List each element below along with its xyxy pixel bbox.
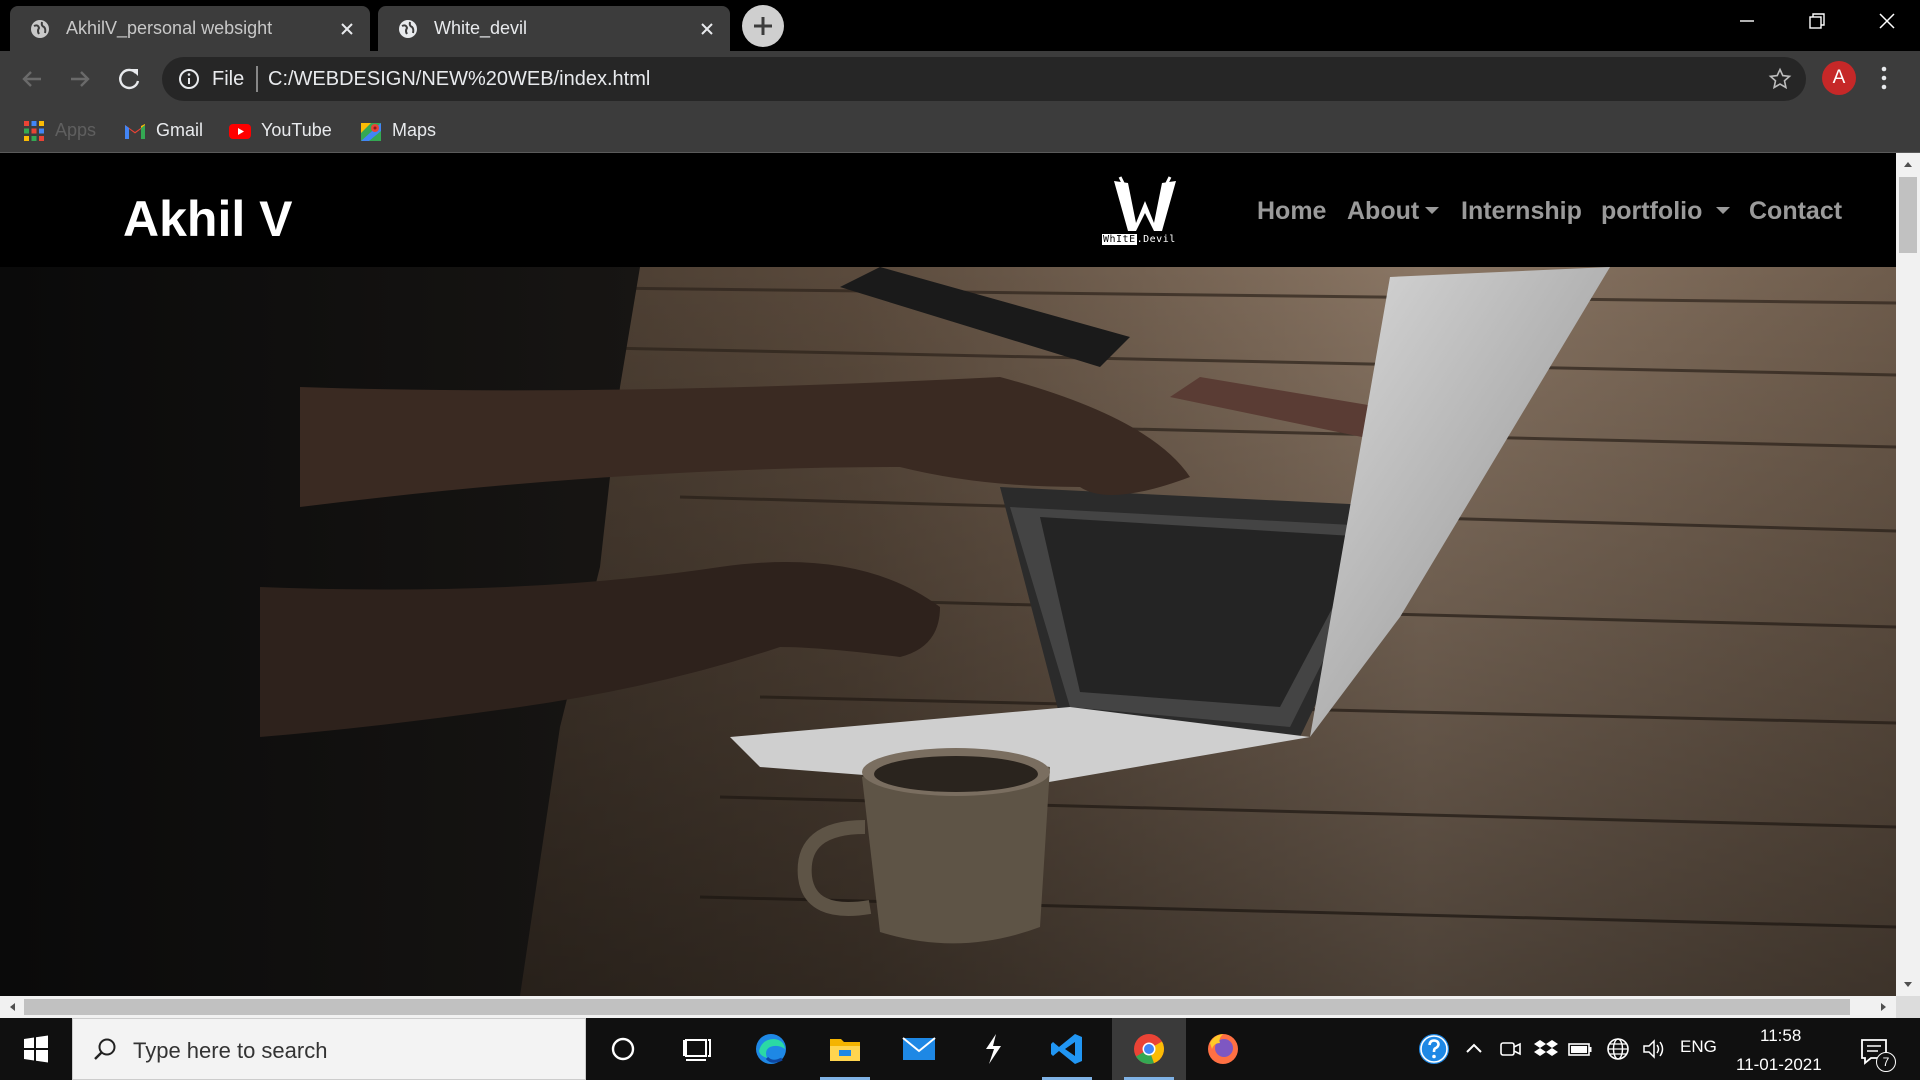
divider [256, 66, 258, 92]
maps-icon [359, 119, 383, 143]
browser-tab-strip: AkhilV_personal websight White_devil [0, 0, 1920, 51]
windows-start-icon[interactable] [0, 1018, 72, 1080]
tab-title: AkhilV_personal websight [66, 18, 273, 38]
firefox-icon [1204, 1031, 1242, 1067]
logo-word2: .Devil [1136, 234, 1176, 245]
address-bar[interactable]: File C:/WEBDESIGN/NEW%20WEB/index.html [162, 57, 1806, 101]
minimize-icon[interactable] [1716, 0, 1778, 44]
bookmark-label: YouTube [261, 120, 332, 140]
apps-grid-icon [22, 119, 46, 143]
taskbar-cortana[interactable] [586, 1018, 660, 1080]
url-scheme-label: File [212, 68, 245, 90]
meet-now-icon[interactable] [1496, 1035, 1524, 1063]
logo-word1: WhItE [1102, 234, 1137, 245]
caret-down-icon [1425, 206, 1440, 214]
tab-title: White_devil [434, 18, 528, 38]
youtube-icon [228, 119, 252, 143]
scroll-up-arrow-icon[interactable] [1902, 158, 1914, 170]
new-tab-plus-icon[interactable] [742, 5, 784, 47]
taskbar-file-explorer[interactable] [808, 1018, 882, 1080]
windows-taskbar: Type here to search ENG 11:58 11-01-2021… [0, 1018, 1920, 1080]
mail-icon [900, 1031, 938, 1067]
nav-home[interactable]: Home [1257, 197, 1326, 226]
task-view-icon [678, 1031, 716, 1067]
restore-icon[interactable] [1786, 0, 1848, 44]
globe-icon [398, 19, 418, 39]
nav-about-dropdown[interactable]: About [1347, 197, 1440, 226]
taskbar-task-view[interactable] [660, 1018, 734, 1080]
scrollbar-thumb[interactable] [24, 999, 1850, 1015]
close-window-icon[interactable] [1856, 0, 1918, 44]
taskbar-app[interactable] [956, 1018, 1030, 1080]
taskbar-vscode[interactable] [1030, 1018, 1104, 1080]
taskbar-chrome[interactable] [1112, 1018, 1186, 1080]
nav-label: Internship [1461, 197, 1582, 225]
logo-wordmark: WhItE.Devil [1102, 234, 1176, 245]
site-navbar: Akhil V WhItE.Devil Home About Internshi… [0, 153, 1896, 267]
bookmark-label: Maps [392, 120, 437, 140]
search-icon [91, 1036, 119, 1064]
scrollbar-thumb[interactable] [1899, 177, 1917, 253]
bookmark-star-icon[interactable] [1768, 67, 1792, 91]
horizontal-scrollbar[interactable] [0, 996, 1896, 1018]
clock-date[interactable]: 11-01-2021 [1736, 1055, 1822, 1075]
app-icon [974, 1031, 1012, 1067]
edge-icon [752, 1031, 790, 1067]
hero-image [0, 267, 1896, 996]
bookmarks-bar: Apps Gmail YouTube Maps [0, 107, 1920, 153]
bookmark-label: Gmail [156, 120, 204, 140]
volume-icon[interactable] [1640, 1035, 1668, 1063]
dropbox-icon[interactable] [1532, 1035, 1560, 1063]
taskbar-search-box[interactable]: Type here to search [72, 1018, 586, 1080]
browser-toolbar: File C:/WEBDESIGN/NEW%20WEB/index.html A [0, 51, 1920, 107]
notification-count-badge: 7 [1876, 1052, 1896, 1072]
nav-label: About [1347, 197, 1420, 225]
scroll-left-arrow-icon[interactable] [6, 1001, 18, 1013]
browser-tab-active[interactable]: White_devil [378, 6, 730, 51]
taskbar-edge[interactable] [734, 1018, 808, 1080]
scroll-down-arrow-icon[interactable] [1902, 979, 1914, 991]
nav-label: portfolio [1601, 197, 1703, 225]
gmail-icon [123, 119, 147, 143]
browser-tab[interactable]: AkhilV_personal websight [10, 6, 370, 51]
cortana-icon [604, 1031, 642, 1067]
back-arrow-icon[interactable] [12, 59, 52, 99]
caret-down-icon [1716, 206, 1731, 214]
taskbar-mail[interactable] [882, 1018, 956, 1080]
vscode-icon [1048, 1031, 1086, 1067]
taskbar-firefox[interactable] [1186, 1018, 1260, 1080]
forward-arrow-icon[interactable] [60, 59, 100, 99]
network-globe-icon[interactable] [1604, 1035, 1632, 1063]
url-text[interactable]: C:/WEBDESIGN/NEW%20WEB/index.html [268, 68, 650, 91]
nav-contact[interactable]: Contact [1749, 197, 1842, 226]
bookmark-label: Apps [55, 120, 97, 140]
scroll-right-arrow-icon[interactable] [1878, 1001, 1890, 1013]
file-explorer-icon [826, 1031, 864, 1067]
search-placeholder: Type here to search [133, 1038, 328, 1063]
profile-avatar[interactable]: A [1822, 61, 1856, 95]
chrome-icon [1130, 1031, 1168, 1067]
close-icon[interactable] [336, 18, 358, 40]
nav-portfolio-dropdown[interactable]: portfolio [1601, 197, 1731, 226]
chevron-up-icon[interactable] [1460, 1035, 1488, 1063]
input-language[interactable]: ENG [1680, 1037, 1717, 1057]
close-icon[interactable] [696, 18, 718, 40]
nav-label: Contact [1749, 197, 1843, 225]
more-menu-icon[interactable] [1874, 63, 1894, 93]
nav-internship[interactable]: Internship [1461, 197, 1582, 226]
site-brand[interactable]: Akhil V [123, 190, 292, 248]
page-viewport: Akhil V WhItE.Devil Home About Internshi… [0, 153, 1896, 996]
clock-time[interactable]: 11:58 [1760, 1026, 1801, 1046]
info-icon[interactable] [178, 68, 200, 90]
battery-icon[interactable] [1566, 1035, 1594, 1063]
help-icon[interactable] [1417, 1032, 1451, 1066]
globe-icon [30, 19, 50, 39]
vertical-scrollbar[interactable] [1896, 153, 1920, 996]
nav-label: Home [1257, 197, 1327, 225]
scrollbar-corner [1896, 996, 1920, 1018]
reload-icon[interactable] [109, 59, 149, 99]
